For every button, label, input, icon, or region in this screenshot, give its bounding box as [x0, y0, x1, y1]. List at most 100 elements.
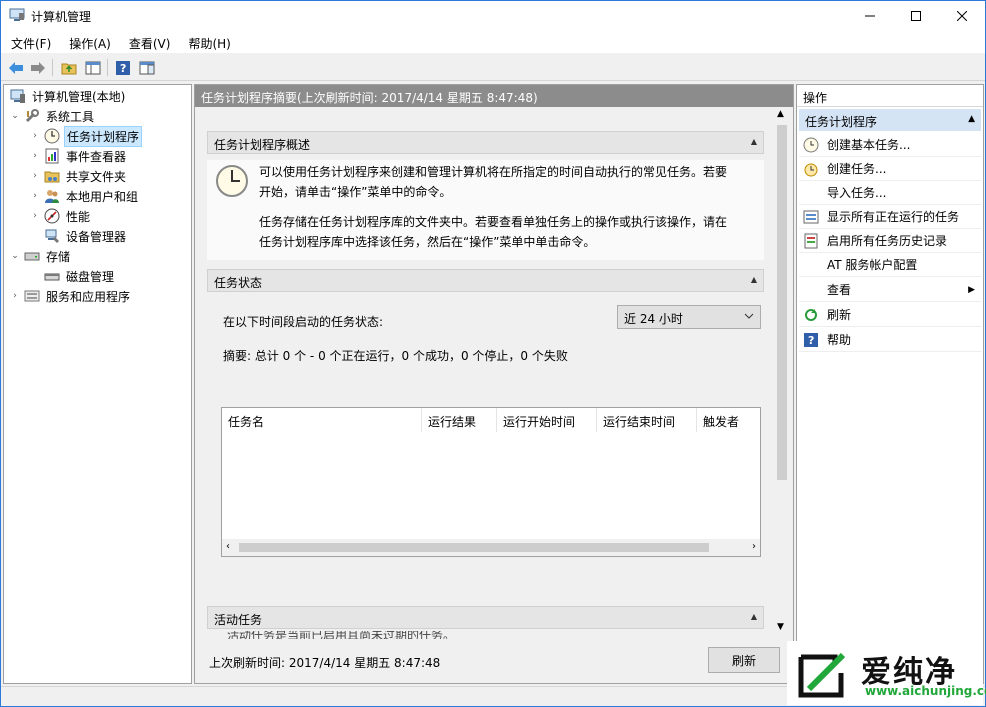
tree-item-root[interactable]: 计算机管理(本地) [6, 86, 127, 106]
help-icon: ? [803, 332, 819, 348]
forward-icon[interactable] [28, 58, 47, 77]
task-status-section-header[interactable]: 任务状态 ▲ [207, 269, 764, 292]
action-import-task[interactable]: 导入任务... [799, 181, 981, 205]
console-tree: 计算机管理(本地) ⌄ 系统工具 › 任务计划程序 › 事件查看器 › 共享文件… [3, 84, 192, 684]
collapse-icon[interactable]: ▲ [751, 275, 757, 284]
watermark-logo [798, 652, 846, 698]
chevron-right-icon[interactable]: › [10, 291, 20, 301]
show-hide-action-pane-icon[interactable] [137, 58, 156, 77]
tree-item-services-apps[interactable]: › 服务和应用程序 [10, 286, 132, 306]
help-icon[interactable]: ? [113, 58, 132, 77]
collapse-icon[interactable]: ▲ [751, 612, 757, 621]
maximize-button[interactable] [893, 1, 939, 31]
action-enable-history[interactable]: 启用所有任务历史记录 [799, 229, 981, 253]
overview-section-header[interactable]: 任务计划程序概述 ▲ [207, 131, 764, 154]
performance-icon [44, 208, 60, 224]
clock-icon [215, 164, 249, 201]
tree-item-system-tools[interactable]: ⌄ 系统工具 [10, 106, 96, 126]
tree-item-disk-management[interactable]: 磁盘管理 [40, 266, 116, 286]
tree-item-task-scheduler[interactable]: › 任务计划程序 [30, 125, 143, 147]
collapse-icon[interactable]: ▲ [968, 114, 975, 124]
time-period-select[interactable]: 近 24 小时 [617, 305, 761, 329]
tree-item-device-manager[interactable]: 设备管理器 [40, 226, 128, 246]
chevron-right-icon[interactable]: › [30, 171, 40, 181]
column-header[interactable]: 触发者 [697, 408, 760, 432]
scroll-thumb[interactable] [777, 125, 787, 480]
refresh-icon [803, 307, 819, 323]
action-create-task[interactable]: 创建任务... [799, 157, 981, 181]
menu-file[interactable]: 文件(F) [1, 31, 59, 53]
menu-view[interactable]: 查看(V) [119, 31, 179, 53]
column-header[interactable]: 任务名 [222, 408, 422, 432]
menu-help[interactable]: 帮助(H) [178, 31, 238, 53]
window-title: 计算机管理 [31, 10, 92, 24]
chevron-right-icon[interactable]: › [30, 151, 40, 161]
active-tasks-section-header[interactable]: 活动任务 ▲ [207, 606, 764, 629]
menu-bar: 文件(F) 操作(A) 查看(V) 帮助(H) [1, 31, 985, 53]
submenu-arrow-icon: ▶ [968, 284, 975, 295]
column-header[interactable]: 运行结果 [422, 408, 497, 432]
last-refresh-time: 上次刷新时间: 2017/4/14 星期五 8:47:48 [209, 656, 441, 670]
actions-group-task-scheduler[interactable]: 任务计划程序 ▲ [799, 109, 981, 131]
computer-management-icon [10, 88, 26, 104]
collapse-icon[interactable]: ▲ [751, 137, 757, 146]
disk-icon [44, 268, 60, 284]
svg-text:?: ? [120, 62, 126, 75]
close-button[interactable] [939, 1, 985, 31]
users-icon [44, 188, 60, 204]
column-header[interactable]: 运行结束时间 [597, 408, 697, 432]
event-viewer-icon [44, 148, 60, 164]
chevron-down-icon [744, 310, 754, 325]
chevron-right-icon[interactable]: › [30, 191, 40, 201]
action-help[interactable]: ? 帮助 [799, 328, 981, 352]
status-summary: 摘要: 总计 0 个 - 0 个正在运行，0 个成功，0 个停止，0 个失败 [223, 349, 568, 363]
minimize-button[interactable] [847, 1, 893, 31]
vertical-scrollbar[interactable]: ▲ ▼ [773, 107, 791, 634]
active-tasks-text: 活动任务是当前已启用且尚未过期的任务。 [227, 631, 456, 639]
action-refresh[interactable]: 刷新 [799, 303, 981, 327]
refresh-button[interactable]: 刷新 [708, 647, 780, 673]
device-manager-icon [44, 228, 60, 244]
services-icon [24, 288, 40, 304]
scroll-right-icon[interactable]: › [752, 541, 756, 552]
chevron-right-icon[interactable]: › [30, 211, 40, 221]
chevron-right-icon[interactable]: › [30, 131, 40, 141]
create-task-icon [803, 161, 819, 177]
task-status-table: 任务名 运行结果 运行开始时间 运行结束时间 触发者 ‹ › [221, 407, 761, 557]
history-icon [803, 233, 819, 249]
shared-folder-icon [44, 168, 60, 184]
toolbar: ? [1, 54, 985, 81]
chevron-down-icon[interactable]: ⌄ [10, 111, 20, 121]
tree-item-storage[interactable]: ⌄ 存储 [10, 246, 72, 266]
tree-item-local-users[interactable]: › 本地用户和组 [30, 186, 140, 206]
create-basic-task-icon [803, 137, 819, 153]
chevron-down-icon[interactable]: ⌄ [10, 251, 20, 261]
menu-action[interactable]: 操作(A) [59, 31, 119, 53]
tree-item-shared-folders[interactable]: › 共享文件夹 [30, 166, 128, 186]
show-hide-tree-icon[interactable] [83, 58, 102, 77]
tree-item-event-viewer[interactable]: › 事件查看器 [30, 146, 128, 166]
up-folder-icon[interactable] [59, 58, 78, 77]
overview-panel: 可以使用任务计划程序来创建和管理计算机将在所指定的时间自动执行的常见任务。若要开… [207, 160, 764, 260]
title-bar: 计算机管理 [1, 1, 985, 31]
svg-text:?: ? [808, 334, 814, 347]
center-pane: 任务计划程序摘要(上次刷新时间: 2017/4/14 星期五 8:47:48) … [194, 84, 794, 684]
actions-pane: 操作 任务计划程序 ▲ 创建基本任务... 创建任务... 导入任务... 显示… [796, 84, 984, 684]
scroll-up-icon[interactable]: ▲ [777, 109, 784, 119]
tools-icon [24, 108, 40, 124]
back-icon[interactable] [6, 58, 25, 77]
status-label: 在以下时间段启动的任务状态: [223, 315, 384, 329]
horizontal-scrollbar[interactable]: ‹ › [222, 539, 760, 556]
scroll-thumb[interactable] [239, 543, 709, 552]
action-view[interactable]: 查看 ▶ [799, 278, 981, 302]
scroll-left-icon[interactable]: ‹ [226, 541, 230, 552]
action-at-service-config[interactable]: AT 服务帐户配置 [799, 253, 981, 277]
actions-header: 操作 [797, 85, 983, 107]
action-show-running-tasks[interactable]: 显示所有正在运行的任务 [799, 205, 981, 229]
action-create-basic-task[interactable]: 创建基本任务... [799, 133, 981, 157]
tree-item-performance[interactable]: › 性能 [30, 206, 92, 226]
scroll-down-icon[interactable]: ▼ [777, 622, 784, 632]
column-header[interactable]: 运行开始时间 [497, 408, 597, 432]
summary-header: 任务计划程序摘要(上次刷新时间: 2017/4/14 星期五 8:47:48) [195, 85, 793, 107]
clock-icon [44, 128, 60, 144]
